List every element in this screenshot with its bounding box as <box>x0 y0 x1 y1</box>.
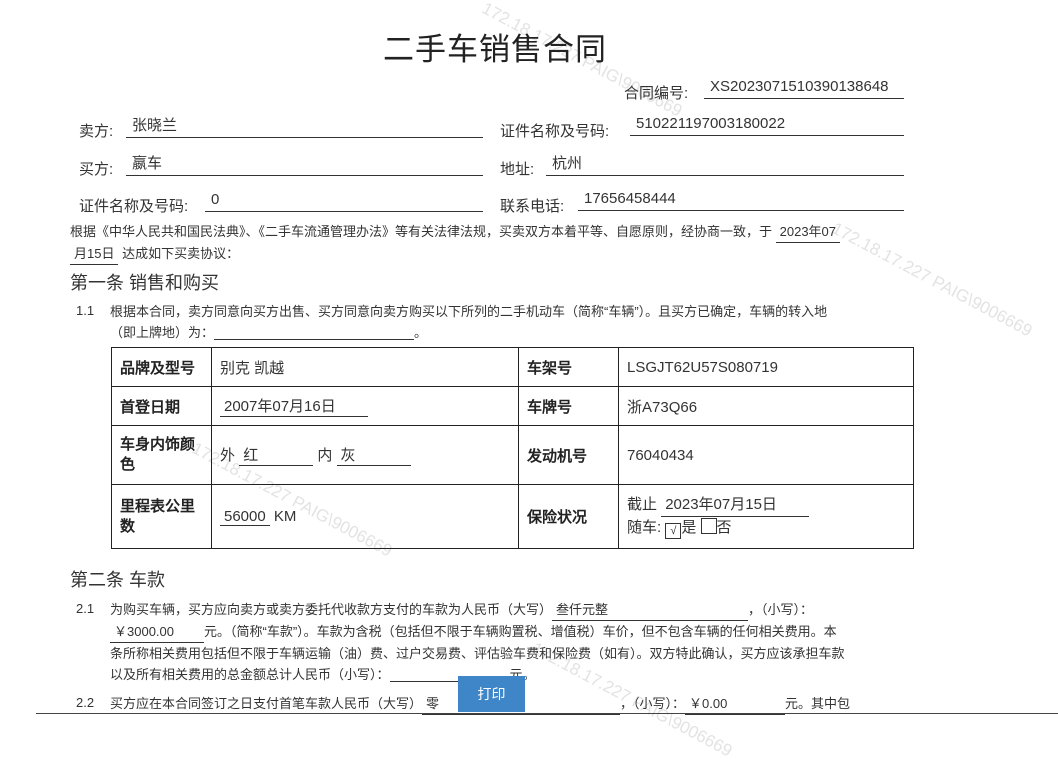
insurance-label: 保险状况 <box>518 484 619 549</box>
c21-amount-upper: 叁仟元整 <box>552 599 749 621</box>
brand-label: 品牌及型号 <box>111 347 212 387</box>
section2-heading: 第二条 车款 <box>70 570 166 590</box>
c21-text4: 条所称相关费用包括但不限于车辆运输（油）费、过户交易费、评估验车费和保险费（如有… <box>110 646 845 661</box>
intro-text: 根据《中华人民共和国民法典》、《二手车流通管理办法》等有关法律法规，买卖双方本着… <box>70 224 773 239</box>
clause-1-1-number: 1.1 <box>76 303 95 318</box>
ins-until-value: 2023年07月15日 <box>661 494 810 517</box>
table-row: 里程表公里数 56000 KM 保险状况 截止 2023年07月15日 随车: … <box>111 484 914 549</box>
engine-label: 发动机号 <box>518 425 619 485</box>
clause-1-1-end: 。 <box>414 325 428 340</box>
vin-value: LSGJT62U57S080719 <box>618 347 914 387</box>
seller-id-field[interactable]: 510221197003180022 <box>630 114 904 136</box>
address-label: 地址: <box>500 161 535 178</box>
ins-yes-checkbox[interactable]: √ <box>665 523 682 539</box>
buyer-field[interactable]: 嬴车 <box>126 154 483 176</box>
buyer-id-label: 证件名称及号码: <box>79 198 189 215</box>
intro-paragraph: 根据《中华人民共和国民法典》、《二手车流通管理办法》等有关法律法规，买卖双方本着… <box>70 221 920 265</box>
clause-2-1-number: 2.1 <box>76 601 95 616</box>
phone-label: 联系电话: <box>500 198 565 215</box>
color-label: 车身内饰颜色 <box>111 425 212 485</box>
table-row: 车身内饰颜色 外 红 内 灰 发动机号 76040434 <box>111 425 914 485</box>
intro-date-part1: 2023年07 <box>775 221 841 243</box>
buyer-label: 买方: <box>79 161 114 178</box>
brand-value: 别克 凯越 <box>211 347 519 387</box>
ins-no-checkbox[interactable] <box>700 518 717 534</box>
print-button[interactable]: 打印 <box>458 676 525 712</box>
intro-tail: 达成如下买卖协议： <box>122 246 240 261</box>
reg-date-value: 2007年07月16日 <box>220 395 368 417</box>
buyer-id-field[interactable]: 0 <box>205 190 483 212</box>
c22-amount-lower: ￥0.00 <box>685 693 786 715</box>
vehicle-info-table: 品牌及型号 别克 凯越 车架号 LSGJT62U57S080719 首登日期 2… <box>111 347 914 549</box>
c21-text1: 为购买车辆，买方应向卖方或卖方委托代收款方支付的车款为人民币（大写） <box>110 602 553 617</box>
vin-label: 车架号 <box>518 347 619 387</box>
destination-field[interactable] <box>214 325 415 340</box>
table-row: 首登日期 2007年07月16日 车牌号 浙A73Q66 <box>111 386 914 426</box>
seller-field[interactable]: 张晓兰 <box>126 116 483 138</box>
clause-1-1: 根据本合同，卖方同意向买方出售、买方同意向卖方购买以下所列的二手机动车（简称“车… <box>110 301 910 343</box>
mileage-label: 里程表公里数 <box>111 484 212 549</box>
address-field[interactable]: 杭州 <box>546 154 904 176</box>
c21-text5: 以及所有相关费用的总金额总计人民币（小写）： <box>110 667 390 682</box>
c22-text3: 元。其中包 <box>785 696 851 711</box>
mileage-value: 56000 <box>220 508 270 526</box>
engine-value: 76040434 <box>618 425 914 485</box>
section1-heading: 第一条 销售和购买 <box>70 273 220 293</box>
seller-label: 卖方: <box>79 123 114 140</box>
reg-date-label: 首登日期 <box>111 386 212 426</box>
inner-color-label: 内 <box>317 447 333 464</box>
ins-yes-label: 是 <box>681 519 697 536</box>
mileage-cell: 56000 KM <box>211 484 519 549</box>
mileage-unit: KM <box>273 507 297 525</box>
phone-field[interactable]: 17656458444 <box>578 189 904 211</box>
plate-label: 车牌号 <box>518 386 619 426</box>
intro-date-part2: 月15日 <box>70 243 119 265</box>
plate-value: 浙A73Q66 <box>618 386 914 426</box>
table-row: 品牌及型号 别克 凯越 车架号 LSGJT62U57S080719 <box>111 347 914 387</box>
ins-no-label: 否 <box>716 519 732 536</box>
c22-text1: 买方应在本合同签订之日支付首笔车款人民币（大写） <box>110 696 423 711</box>
ins-with-label: 随车: <box>627 519 662 536</box>
c21-text3: 元。（简称“车款”）。车款为含税（包括但不限于车辆购置税、增值税）车价，但不包含… <box>204 624 837 639</box>
inner-color-value: 灰 <box>336 444 411 466</box>
contract-no-value: XS2023071510390138648 <box>704 77 904 99</box>
reg-date-cell: 2007年07月16日 <box>211 386 519 426</box>
insurance-cell: 截止 2023年07月15日 随车: √ 是 否 <box>618 484 914 549</box>
ins-until-label: 截止 <box>627 496 658 513</box>
seller-id-label: 证件名称及号码: <box>500 123 610 140</box>
page-title: 二手车销售合同 <box>383 32 607 67</box>
bottom-divider <box>36 713 1058 714</box>
clause-1-1-line1: 根据本合同，卖方同意向买方出售、买方同意向卖方购买以下所列的二手机动车（简称“车… <box>110 304 828 319</box>
c22-text2: ，（小写）： <box>620 696 686 711</box>
color-cell: 外 红 内 灰 <box>211 425 519 485</box>
clause-2-1: 为购买车辆，买方应向卖方或卖方委托代收款方支付的车款为人民币（大写） 叁仟元整 ，（… <box>110 599 915 685</box>
outer-color-value: 红 <box>239 444 314 466</box>
clause-1-1-line2: （即上牌地）为： <box>110 325 215 340</box>
c21-amount-lower: ￥3000.00 <box>110 621 204 643</box>
contract-no-label: 合同编号: <box>624 85 689 102</box>
outer-color-label: 外 <box>220 447 236 464</box>
c21-text2: ，（小写）： <box>748 602 814 617</box>
clause-2-2-number: 2.2 <box>76 695 95 710</box>
